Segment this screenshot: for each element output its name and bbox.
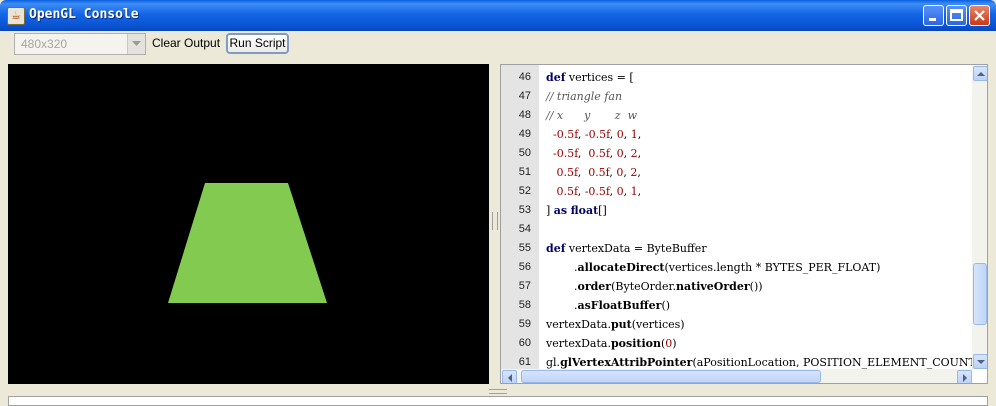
line-number: 60 <box>518 337 531 349</box>
code-text: vertexData.put(vertices) <box>546 318 685 331</box>
line-number: 47 <box>518 90 531 102</box>
code-text: // triangle fan <box>546 90 623 103</box>
minimize-icon <box>929 18 936 21</box>
code-text: ] as float[] <box>546 204 607 217</box>
arrow-left-icon <box>508 374 512 382</box>
code-line[interactable]: 48 // x y z w <box>501 106 972 125</box>
line-number: 55 <box>518 242 531 254</box>
resolution-value: 480x320 <box>21 37 68 51</box>
line-number: 49 <box>518 128 531 140</box>
output-panel[interactable] <box>8 396 988 406</box>
line-number: 50 <box>518 147 531 159</box>
code-line[interactable]: 54 <box>501 220 972 239</box>
arrow-up-icon <box>977 72 985 76</box>
scroll-right-button[interactable] <box>957 370 972 383</box>
code-text: .order(ByteOrder.nativeOrder()) <box>546 280 763 293</box>
close-button[interactable] <box>969 5 990 26</box>
code-text: 0.5f, -0.5f, 0, 1, <box>556 185 642 198</box>
line-number: 46 <box>518 71 531 83</box>
line-number: 57 <box>518 280 531 292</box>
divider-grip[interactable] <box>492 212 498 230</box>
code-line[interactable]: 47 // triangle fan <box>501 87 972 106</box>
line-number: 56 <box>518 261 531 273</box>
close-icon <box>974 10 985 21</box>
arrow-right-icon <box>963 374 967 382</box>
code-text: 0.5f, 0.5f, 0, 2, <box>556 166 641 179</box>
window-title: OpenGL Console <box>29 7 139 22</box>
line-number: 59 <box>518 318 531 330</box>
java-cup-icon[interactable]: ☕ <box>7 7 25 25</box>
code-line[interactable]: 59 vertexData.put(vertices) <box>501 315 972 334</box>
maximize-button[interactable] <box>946 5 967 26</box>
scroll-up-button[interactable] <box>973 66 987 81</box>
dropdown-arrow[interactable] <box>127 34 145 54</box>
code-text: def vertices = [ <box>546 71 634 84</box>
line-number: 52 <box>518 185 531 197</box>
minimize-button[interactable] <box>923 5 944 26</box>
arrow-down-icon <box>977 360 985 364</box>
code-text: .allocateDirect(vertices.length * BYTES_… <box>546 261 881 274</box>
line-number: 58 <box>518 299 531 311</box>
line-number: 51 <box>518 166 531 178</box>
code-line[interactable]: 49 -0.5f, -0.5f, 0, 1, <box>501 125 972 144</box>
vertical-scroll-thumb[interactable] <box>973 263 987 325</box>
code-line[interactable]: 58 .asFloatBuffer() <box>501 296 972 315</box>
code-line[interactable]: 52 0.5f, -0.5f, 0, 1, <box>501 182 972 201</box>
code-line[interactable]: 50 -0.5f, 0.5f, 0, 2, <box>501 144 972 163</box>
line-number: 48 <box>518 109 531 121</box>
code-text: .asFloatBuffer() <box>546 299 671 312</box>
gl-render <box>168 183 327 303</box>
output-divider-grip[interactable] <box>489 389 507 394</box>
code-line[interactable]: 53 ] as float[] <box>501 201 972 220</box>
title-bar: ☕ OpenGL Console <box>0 0 996 31</box>
code-line[interactable]: 60 vertexData.position(0) <box>501 334 972 353</box>
code-line[interactable]: 46 def vertices = [ <box>501 68 972 87</box>
code-line[interactable]: 56 .allocateDirect(vertices.length * BYT… <box>501 258 972 277</box>
code-text: -0.5f, -0.5f, 0, 1, <box>553 128 642 141</box>
toolbar <box>0 31 996 58</box>
scroll-left-button[interactable] <box>502 370 517 383</box>
code-text: -0.5f, 0.5f, 0, 2, <box>553 147 642 160</box>
code-text: vertexData.position(0) <box>546 337 677 350</box>
code-line[interactable]: 51 0.5f, 0.5f, 0, 2, <box>501 163 972 182</box>
scroll-down-button[interactable] <box>973 354 987 369</box>
rendered-trapezoid <box>168 183 327 303</box>
line-number: 53 <box>518 204 531 216</box>
gl-canvas[interactable] <box>8 64 489 384</box>
code-line[interactable]: 57 .order(ByteOrder.nativeOrder()) <box>501 277 972 296</box>
code-line[interactable]: 55 def vertexData = ByteBuffer <box>501 239 972 258</box>
script-editor[interactable]: 46 def vertices = [ 47 // triangle fan 48 // … <box>500 64 988 384</box>
line-number: 54 <box>518 223 531 235</box>
resolution-select[interactable]: 480x320 <box>14 33 146 55</box>
code-text: // x y z w <box>546 109 637 122</box>
maximize-icon <box>950 9 963 21</box>
chevron-down-icon <box>132 41 141 46</box>
clear-output-button[interactable]: Clear Output <box>152 36 220 50</box>
code-text: def vertexData = ByteBuffer <box>546 242 707 255</box>
run-script-button[interactable]: Run Script <box>226 33 289 54</box>
horizontal-scroll-thumb[interactable] <box>521 370 821 383</box>
